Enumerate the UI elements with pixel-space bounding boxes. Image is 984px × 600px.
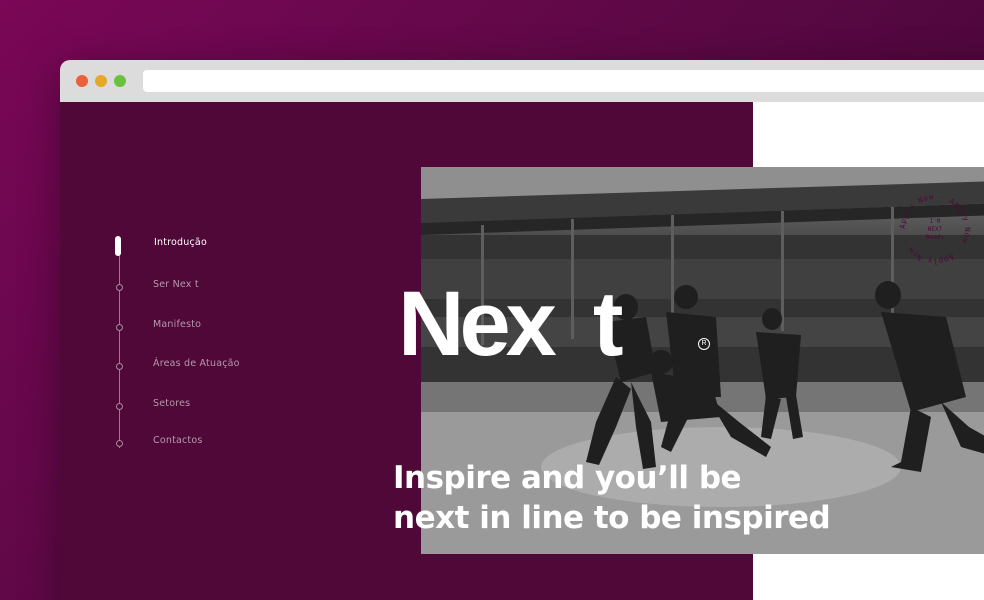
minimize-window-button[interactable]	[95, 75, 107, 87]
next-logo: Nex t	[398, 273, 624, 375]
nav-item-label: Introdução	[154, 237, 207, 248]
page-viewport: Nex t R Inspire and you’ll be next in li…	[60, 102, 984, 600]
nav-dot	[116, 363, 123, 370]
browser-window: Nex t R Inspire and you’ll be next in li…	[60, 60, 984, 600]
active-indicator	[115, 236, 121, 256]
apply-now-ring-icon: Apply Now · Apply Now · Apply Now · I'M …	[898, 192, 972, 266]
nav-item-label: Manifesto	[153, 319, 202, 330]
nav-dot	[116, 440, 123, 447]
badge-center-line-3: Ready	[926, 234, 944, 241]
nav-dot	[116, 284, 123, 291]
registered-mark-icon: R	[698, 338, 710, 350]
nav-item-label: Contactos	[153, 435, 203, 446]
maximize-window-button[interactable]	[114, 75, 126, 87]
nav-dot	[116, 324, 123, 331]
nav-item-label: Ser Nex t	[153, 279, 199, 290]
badge-center-line-2: NEXT	[928, 226, 943, 233]
nav-timeline	[119, 248, 120, 448]
nav-item-label: Setores	[153, 398, 191, 409]
badge-center-line-1: I'M	[930, 218, 941, 225]
nav-dot	[116, 403, 123, 410]
browser-toolbar	[60, 60, 984, 102]
headline-line-1: Inspire and you’ll be	[393, 460, 742, 496]
apply-now-badge[interactable]: Apply Now · Apply Now · Apply Now · I'M …	[896, 190, 974, 268]
address-bar[interactable]	[143, 70, 984, 92]
hero-headline: Inspire and you’ll be next in line to be…	[393, 458, 831, 538]
nav-item-label: Áreas de Atuação	[153, 358, 240, 369]
headline-line-2: next in line to be inspired	[393, 500, 831, 536]
close-window-button[interactable]	[76, 75, 88, 87]
